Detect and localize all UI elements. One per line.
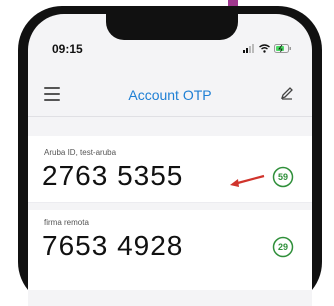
phone-screen: 09:15 Account OTP Aruba ID, test-aruba 2… xyxy=(28,14,312,306)
otp-code: 7653 4928 xyxy=(42,230,184,261)
page-title: Account OTP xyxy=(128,87,212,103)
status-icons xyxy=(243,44,292,53)
annotation-arrow-icon xyxy=(230,174,265,187)
status-time: 09:15 xyxy=(52,42,83,56)
countdown-seconds: 29 xyxy=(277,242,288,252)
battery-charging-icon xyxy=(274,44,291,53)
wifi-icon xyxy=(259,44,270,53)
countdown-seconds: 59 xyxy=(277,172,288,182)
row-divider xyxy=(28,202,312,203)
app-header: Account OTP xyxy=(28,74,312,116)
account-label: firma remota xyxy=(44,218,89,227)
account-label: Aruba ID, test-aruba xyxy=(44,148,117,157)
otp-code: 2763 5355 xyxy=(42,160,184,191)
phone-notch xyxy=(106,14,238,40)
phone-frame: 09:15 Account OTP Aruba ID, test-aruba 2… xyxy=(18,6,322,306)
otp-account-row[interactable]: firma remota 7653 4928 29 xyxy=(28,210,312,290)
edit-pencil-icon[interactable] xyxy=(280,86,294,100)
signal-icon xyxy=(243,44,254,53)
header-divider xyxy=(28,116,312,117)
otp-account-row[interactable]: Aruba ID, test-aruba 2763 5355 59 xyxy=(28,136,312,202)
menu-icon[interactable] xyxy=(44,87,60,101)
